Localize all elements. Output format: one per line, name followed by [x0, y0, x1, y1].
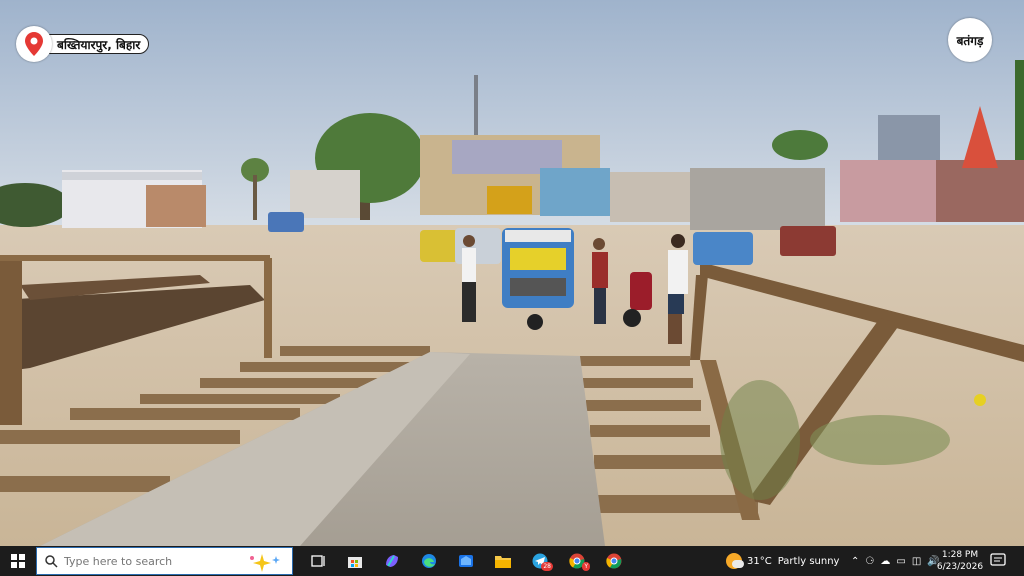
file-explorer-icon[interactable]: [484, 546, 521, 576]
partly-sunny-icon: [726, 553, 744, 569]
weather-temp: 31°C: [747, 555, 772, 567]
telecom-tower: [474, 75, 478, 140]
network-icon[interactable]: ◫: [912, 556, 921, 567]
start-button[interactable]: [0, 546, 36, 576]
battery-icon[interactable]: ▭: [896, 556, 905, 567]
chevron-up-icon[interactable]: ⌃: [851, 556, 859, 567]
clock-date: 6/23/2026: [936, 562, 984, 572]
task-view-icon[interactable]: [299, 546, 336, 576]
taskbar-clock[interactable]: 1:28 PM 6/23/2026: [934, 549, 986, 573]
location-badge: बख्तियारपुर, बिहार: [16, 26, 150, 62]
person: [462, 235, 476, 322]
outlook-icon[interactable]: [447, 546, 484, 576]
riverbank-scene: [0, 0, 1024, 546]
edge-icon[interactable]: [410, 546, 447, 576]
grey-building: [690, 168, 825, 230]
video-frame: [0, 0, 1024, 546]
store-icon[interactable]: [336, 546, 373, 576]
weather-widget[interactable]: 31°C Partly sunny: [726, 546, 845, 576]
taskbar-search-box[interactable]: [36, 547, 293, 575]
chrome-icon[interactable]: Y: [558, 546, 595, 576]
accessibility-icon[interactable]: ⚆: [865, 556, 874, 567]
sparkle-icon: [250, 554, 280, 572]
telegram-badge: 28: [541, 562, 553, 571]
notification-icon[interactable]: [990, 553, 1008, 569]
cloud-icon[interactable]: ☁: [880, 556, 890, 567]
search-icon: [45, 554, 58, 568]
location-pin-icon: [16, 26, 52, 62]
chrome-badge: Y: [582, 562, 590, 571]
copilot-icon[interactable]: [373, 546, 410, 576]
taskbar-apps: 28 Y: [299, 546, 632, 576]
windows-taskbar: 28 Y 31°C Partly sunny ⌃ ⚆ ☁ ▭ ◫ 🔊 1:28 …: [0, 546, 1024, 576]
weather-condition: Partly sunny: [777, 555, 840, 567]
search-input[interactable]: [64, 554, 234, 568]
brand-label: बतंगड़: [956, 33, 984, 48]
clock-time: 1:28 PM: [941, 550, 979, 560]
system-tray: ⌃ ⚆ ☁ ▭ ◫ 🔊: [848, 546, 943, 576]
location-label: बख्तियारपुर, बिहार: [44, 34, 150, 54]
chrome-profile-icon[interactable]: [595, 546, 632, 576]
brand-logo: बतंगड़: [948, 18, 992, 62]
windows-logo-icon: [11, 554, 25, 568]
telegram-icon[interactable]: 28: [521, 546, 558, 576]
